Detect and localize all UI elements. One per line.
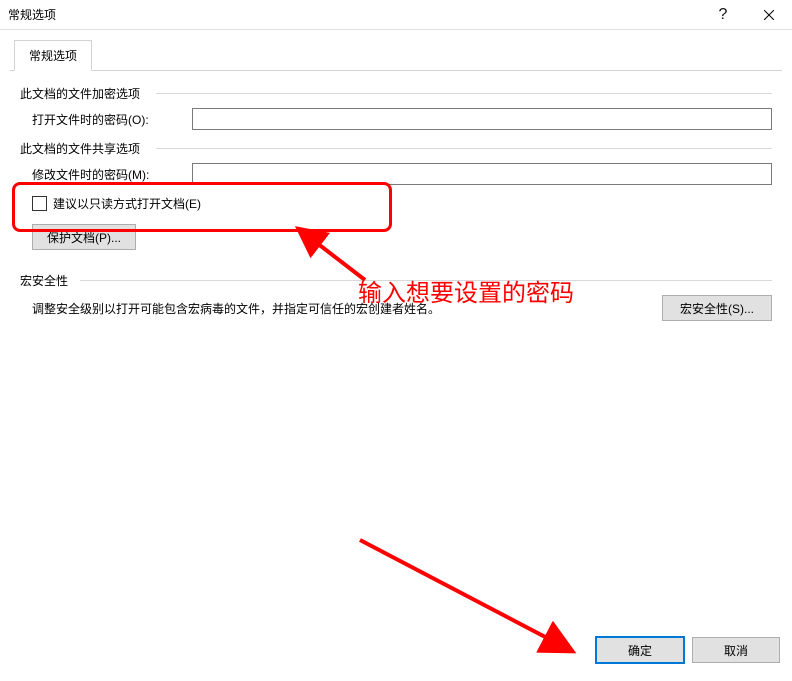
open-password-label: 打开文件时的密码(O): [32,111,192,128]
window-title: 常规选项 [8,6,700,23]
tab-general[interactable]: 常规选项 [14,40,92,71]
macro-security-button[interactable]: 宏安全性(S)... [662,295,772,321]
help-icon: ? [719,6,728,24]
help-button[interactable]: ? [700,0,746,30]
modify-password-label: 修改文件时的密码(M): [32,166,192,183]
tab-strip: 常规选项 [10,40,782,71]
content-area: 常规选项 此文档的文件加密选项 打开文件时的密码(O): 此文档的文件共享选项 … [0,30,792,631]
share-group: 此文档的文件共享选项 修改文件时的密码(M): 建议以只读方式打开文档(E) 保… [20,140,772,264]
dialog-footer: 确定 取消 [0,631,792,681]
protect-doc-button-label: 保护文档(P)... [47,229,121,246]
readonly-checkbox-box [32,196,47,211]
share-group-title: 此文档的文件共享选项 [20,140,772,157]
cancel-button-label: 取消 [724,642,748,659]
tab-general-label: 常规选项 [29,49,77,63]
macro-group-title: 宏安全性 [20,272,772,289]
protect-doc-button[interactable]: 保护文档(P)... [32,224,136,250]
encrypt-group: 此文档的文件加密选项 打开文件时的密码(O): [20,85,772,130]
open-password-row: 打开文件时的密码(O): [32,108,772,130]
titlebar: 常规选项 ? [0,0,792,30]
macro-row: 调整安全级别以打开可能包含宏病毒的文件，并指定可信任的宏创建者姓名。 宏安全性(… [32,295,772,321]
macro-group: 宏安全性 调整安全级别以打开可能包含宏病毒的文件，并指定可信任的宏创建者姓名。 … [20,272,772,321]
cancel-button[interactable]: 取消 [692,637,780,663]
encrypt-group-title: 此文档的文件加密选项 [20,85,772,102]
modify-password-row: 修改文件时的密码(M): [32,163,772,185]
close-icon [764,7,774,23]
close-button[interactable] [746,0,792,30]
readonly-checkbox-label: 建议以只读方式打开文档(E) [53,195,201,212]
ok-button-label: 确定 [628,642,652,659]
readonly-checkbox-row[interactable]: 建议以只读方式打开文档(E) [32,195,772,212]
ok-button[interactable]: 确定 [596,637,684,663]
modify-password-input[interactable] [192,163,772,185]
tab-panel: 此文档的文件加密选项 打开文件时的密码(O): 此文档的文件共享选项 修改文件时… [10,71,782,339]
macro-security-button-label: 宏安全性(S)... [680,300,754,317]
macro-description: 调整安全级别以打开可能包含宏病毒的文件，并指定可信任的宏创建者姓名。 [32,300,662,317]
general-options-dialog: 常规选项 ? 常规选项 此文档的文件加密选项 打开文件时的密码(O): [0,0,792,681]
open-password-input[interactable] [192,108,772,130]
